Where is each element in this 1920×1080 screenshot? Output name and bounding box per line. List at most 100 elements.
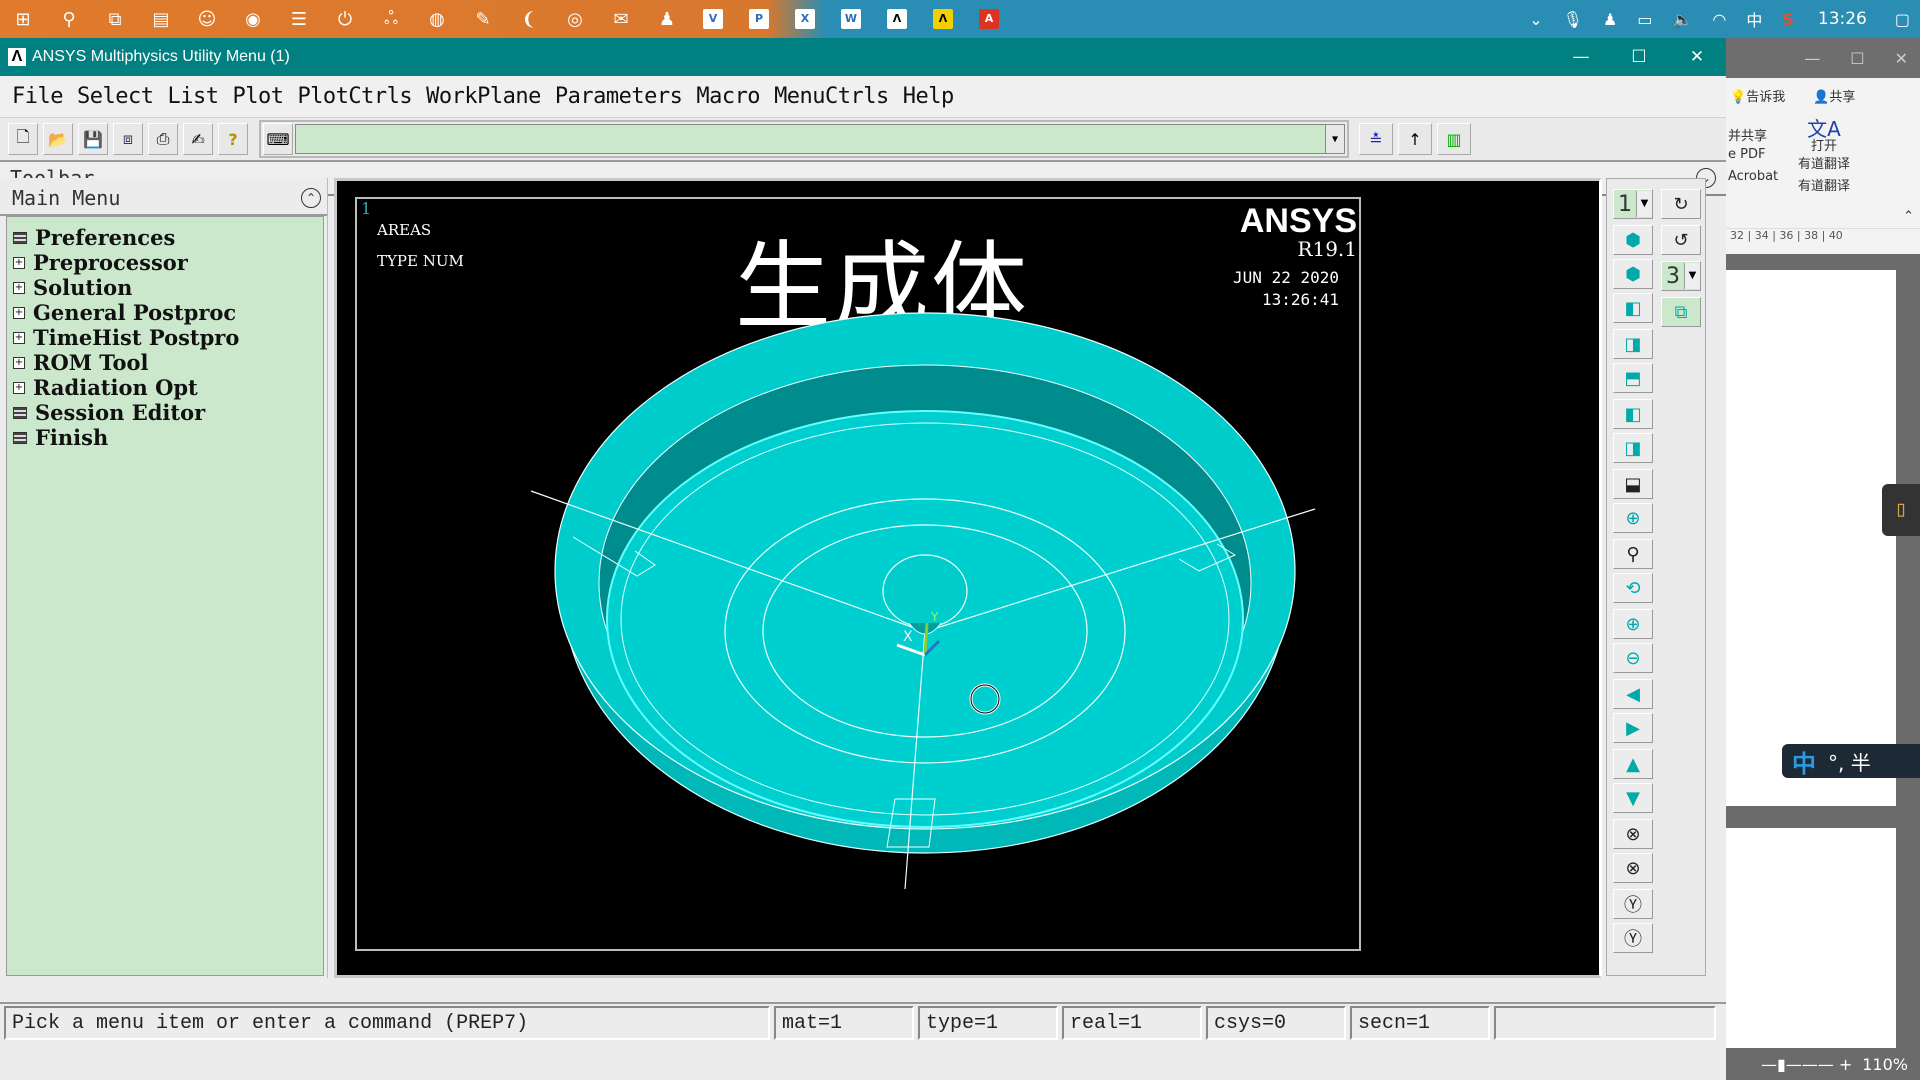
menu-item-session-editor[interactable]: Session Editor <box>7 400 323 425</box>
qq-penguin-icon[interactable]: ♟ <box>1603 10 1617 29</box>
back-view-icon[interactable]: ◧ <box>1613 399 1653 429</box>
bottom-view-icon[interactable]: ⬓ <box>1613 469 1653 499</box>
battery-icon[interactable]: ▭ <box>1637 10 1652 29</box>
minimize-button[interactable]: — <box>1552 38 1610 76</box>
rotate-y-plus-icon[interactable]: Ⓨ <box>1613 889 1653 919</box>
notes-icon[interactable]: ✎ <box>460 0 506 38</box>
pan-left-icon[interactable]: ◀ <box>1613 679 1653 709</box>
increment-dropdown[interactable]: 3 ▼ <box>1661 261 1701 291</box>
maximize-button[interactable]: ☐ <box>1610 38 1668 76</box>
ansys-icon[interactable]: Λ <box>874 0 920 38</box>
print-icon[interactable]: ⎙ <box>148 123 178 155</box>
acrobat-group[interactable]: 并共享 e PDF Acrobat <box>1728 128 1778 186</box>
chevron-up-icon[interactable]: ⌄ <box>1529 10 1542 29</box>
raise-hidden-icon[interactable]: ≛ <box>1359 123 1393 155</box>
pan-down-icon[interactable]: ▼ <box>1613 783 1653 813</box>
rotate-x-minus-icon[interactable]: ⊗ <box>1613 853 1653 883</box>
left-view-icon[interactable]: ◨ <box>1613 433 1653 463</box>
document-page-2[interactable] <box>1726 828 1896 1066</box>
ime-zhong-icon[interactable]: 中 <box>1746 7 1762 31</box>
rotate-z-plus-icon[interactable]: ↻ <box>1661 189 1701 219</box>
zoom-box-icon[interactable]: ⊕ <box>1613 503 1653 533</box>
microphone-icon[interactable]: 🎙 <box>1563 10 1583 29</box>
expand-icon[interactable]: + <box>13 356 25 369</box>
menu-plotctrls[interactable]: PlotCtrls <box>297 84 412 109</box>
qq-icon[interactable]: ♟ <box>644 0 690 38</box>
save-db-icon[interactable]: ⧈ <box>113 123 143 155</box>
menu-select[interactable]: Select <box>77 84 154 109</box>
bg-close-button[interactable]: ✕ <box>1895 49 1908 68</box>
menu-parameters[interactable]: Parameters <box>555 84 683 109</box>
menu-item-preprocessor[interactable]: + Preprocessor <box>7 250 323 275</box>
bg-maximize-button[interactable]: ☐ <box>1850 49 1864 68</box>
side-tool-handle[interactable]: ▯ <box>1882 484 1920 536</box>
sogou-icon[interactable]: S <box>1782 10 1794 29</box>
expand-icon[interactable]: + <box>13 381 25 394</box>
report-icon[interactable]: ✍ <box>183 123 213 155</box>
graphics-window[interactable]: 1 AREAS TYPE NUM 生成体 ANSYS R19.1 JUN 22 … <box>334 178 1602 978</box>
pan-right-icon[interactable]: ▶ <box>1613 713 1653 743</box>
save-icon[interactable]: 💾 <box>78 123 108 155</box>
bg-minimize-button[interactable]: — <box>1804 49 1820 68</box>
wifi-icon[interactable]: ◠ <box>1712 10 1726 29</box>
netease-music-icon[interactable]: ◎ <box>552 0 598 38</box>
menu-list[interactable]: List <box>167 84 218 109</box>
windows-start-icon[interactable]: ⊞ <box>0 0 46 38</box>
news-icon[interactable]: ☰ <box>276 0 322 38</box>
baidu-icon[interactable]: ஃ <box>368 0 414 38</box>
new-file-icon[interactable]: 🗋 <box>8 123 38 155</box>
right-view-icon[interactable]: ◨ <box>1613 329 1653 359</box>
book-icon[interactable]: ◍ <box>414 0 460 38</box>
collapse-ribbon-icon[interactable]: ⌃ <box>1903 209 1914 224</box>
menu-help[interactable]: Help <box>903 84 954 109</box>
menu-item-general-postproc[interactable]: + General Postproc <box>7 300 323 325</box>
menu-item-solution[interactable]: + Solution <box>7 275 323 300</box>
acrobat-icon[interactable]: A <box>966 0 1012 38</box>
collapse-main-menu-icon[interactable]: ⌃ <box>301 188 321 208</box>
menu-menuctrls[interactable]: MenuCtrls <box>774 84 889 109</box>
expand-icon[interactable]: + <box>13 256 25 269</box>
close-button[interactable]: ✕ <box>1668 38 1726 76</box>
menu-item-finish[interactable]: Finish <box>7 425 323 450</box>
menu-item-timehist-postpro[interactable]: + TimeHist Postpro <box>7 325 323 350</box>
rotate-z-minus-icon[interactable]: ↺ <box>1661 225 1701 255</box>
dynamic-mode-icon[interactable]: ⧉ <box>1661 297 1701 327</box>
search-icon[interactable]: ⚲ <box>46 0 92 38</box>
zoom-back-icon[interactable]: ⟲ <box>1613 573 1653 603</box>
menu-item-radiation-opt[interactable]: + Radiation Opt <box>7 375 323 400</box>
tell-me-button[interactable]: 💡告诉我 <box>1730 86 1785 105</box>
browser2-icon[interactable]: ❨ <box>506 0 552 38</box>
visio-icon[interactable]: V <box>690 0 736 38</box>
ime-toolbar[interactable]: 中 °, 半 <box>1782 744 1920 778</box>
menu-item-preferences[interactable]: Preferences <box>7 225 323 250</box>
open-file-icon[interactable]: 📂 <box>43 123 73 155</box>
clock[interactable]: 13:26 <box>1818 9 1867 29</box>
keyboard-icon[interactable]: ⌨ <box>263 123 293 155</box>
help-icon[interactable]: ? <box>218 123 248 155</box>
share-button[interactable]: 👤共享 <box>1813 86 1855 105</box>
pan-up-icon[interactable]: ▲ <box>1613 749 1653 779</box>
expand-icon[interactable]: + <box>13 281 25 294</box>
top-view-icon[interactable]: ⬒ <box>1613 363 1653 393</box>
command-history-dropdown[interactable]: ▼ <box>1325 124 1345 154</box>
zoom-level[interactable]: 110% <box>1862 1055 1908 1074</box>
power-icon[interactable]: ⏻ <box>322 0 368 38</box>
zoom-slider[interactable]: —▮——— + <box>1761 1055 1852 1074</box>
menu-item-rom-tool[interactable]: + ROM Tool <box>7 350 323 375</box>
volume-icon[interactable]: 🔈 <box>1672 10 1692 29</box>
rotate-x-plus-icon[interactable]: ⊗ <box>1613 819 1653 849</box>
window-select-dropdown[interactable]: 1 ▼ <box>1613 189 1653 219</box>
expand-icon[interactable]: + <box>13 306 25 319</box>
command-input[interactable] <box>295 124 1325 154</box>
menu-workplane[interactable]: WorkPlane <box>426 84 541 109</box>
oblique-view-icon[interactable]: ⬢ <box>1613 259 1653 289</box>
powerpoint-icon[interactable]: P <box>736 0 782 38</box>
youdao-translate-button[interactable]: 文A 打开 有道翻译 有道翻译 <box>1798 119 1850 196</box>
rotate-y-minus-icon[interactable]: Ⓨ <box>1613 923 1653 953</box>
zoom-icon[interactable]: ⚲ <box>1613 539 1653 569</box>
word-icon[interactable]: W <box>828 0 874 38</box>
smiley-app-icon[interactable]: ☺ <box>184 0 230 38</box>
document-page[interactable] <box>1726 270 1896 806</box>
excel-icon[interactable]: X <box>782 0 828 38</box>
task-view-icon[interactable]: ⧉ <box>92 0 138 38</box>
